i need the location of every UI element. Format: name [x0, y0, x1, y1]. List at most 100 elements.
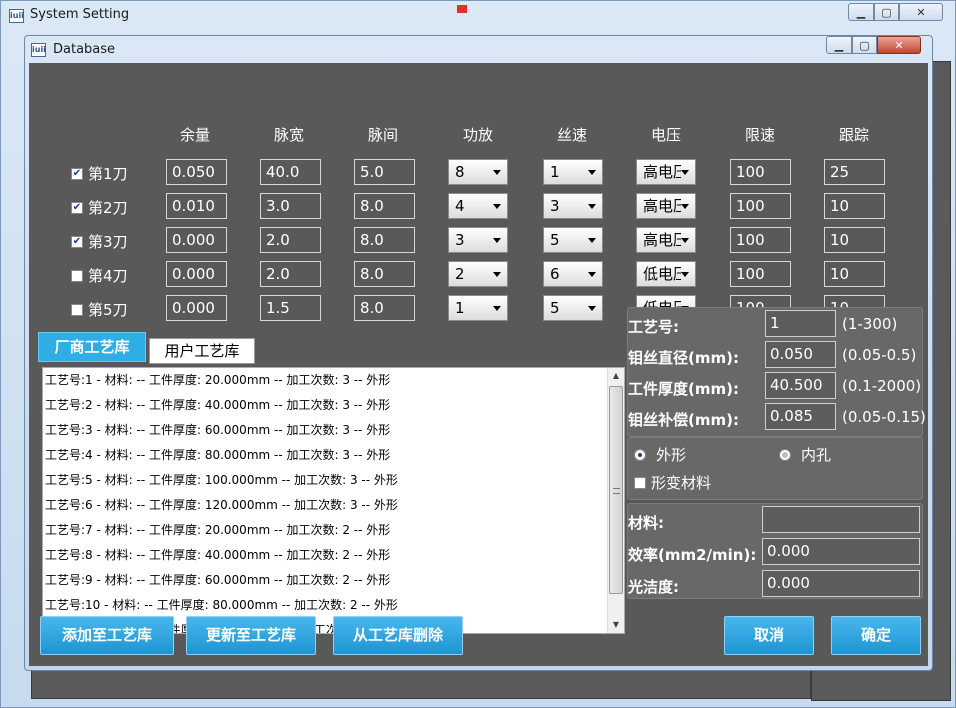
value-text: 40.0 [266, 163, 300, 181]
input-yuliang-row2[interactable]: 0.010 [166, 193, 227, 219]
scroll-up-icon[interactable]: ▲ [608, 368, 624, 384]
ok-button[interactable]: 确定 [831, 616, 921, 655]
select-dianya-row4[interactable]: 低电压 [636, 261, 696, 287]
scroll-thumb[interactable] [609, 386, 623, 594]
input-yuliang-row4[interactable]: 0.000 [166, 261, 227, 287]
maximize-button[interactable]: ▢ [874, 3, 899, 21]
col-header-xiansu: 限速 [744, 126, 775, 144]
input-yuliang-row5[interactable]: 0.000 [166, 295, 227, 321]
value-text: 0.000 [172, 299, 215, 317]
input-maijian-row5[interactable]: 8.0 [354, 295, 415, 321]
checkbox-icon[interactable]: ✔ [71, 167, 83, 180]
input-genzong-row1[interactable]: 25 [824, 159, 885, 185]
update-library-button[interactable]: 更新至工艺库 [186, 616, 316, 655]
row-label-3[interactable]: ✔ 第3刀 [71, 231, 128, 252]
list-item[interactable]: 工艺号:10 - 材料: -- 工件厚度: 80.000mm -- 加工次数: … [43, 593, 624, 618]
select-sisu-row5[interactable]: 5 [543, 295, 603, 321]
select-dianya-row3[interactable]: 高电压 [636, 227, 696, 253]
finish-input[interactable]: 0.000 [762, 570, 920, 597]
param-input-compensation[interactable]: 0.085 [765, 403, 836, 430]
input-maijian-row2[interactable]: 8.0 [354, 193, 415, 219]
minimize-button[interactable]: ▁ [848, 3, 874, 21]
input-maijian-row3[interactable]: 8.0 [354, 227, 415, 253]
list-item[interactable]: 工艺号:8 - 材料: -- 工件厚度: 40.000mm -- 加工次数: 2… [43, 543, 624, 568]
dropdown-arrow-icon [493, 170, 501, 175]
param-input-process-no[interactable]: 1 [765, 310, 836, 337]
checkbox-icon[interactable]: ✔ [71, 201, 83, 214]
input-xiansu-row1[interactable]: 100 [730, 159, 791, 185]
tab-vendor-library[interactable]: 厂商工艺库 [38, 332, 146, 362]
checkbox-icon[interactable]: ✔ [71, 235, 83, 248]
list-item[interactable]: 工艺号:4 - 材料: -- 工件厚度: 80.000mm -- 加工次数: 3… [43, 443, 624, 468]
select-sisu-row2[interactable]: 3 [543, 193, 603, 219]
cancel-button[interactable]: 取消 [724, 616, 814, 655]
input-maijian-row1[interactable]: 5.0 [354, 159, 415, 185]
material-input[interactable] [762, 506, 920, 533]
input-maikuan-row3[interactable]: 2.0 [260, 227, 321, 253]
list-item[interactable]: 工艺号:2 - 材料: -- 工件厚度: 40.000mm -- 加工次数: 3… [43, 393, 624, 418]
background-panel-bottom [31, 669, 811, 699]
checkbox-icon[interactable] [71, 303, 83, 316]
select-gongfang-row5[interactable]: 1 [448, 295, 508, 321]
tab-user-library[interactable]: 用户工艺库 [149, 338, 255, 364]
select-dianya-row2[interactable]: 高电压 [636, 193, 696, 219]
scroll-down-icon[interactable]: ▼ [608, 617, 624, 633]
input-maikuan-row5[interactable]: 1.5 [260, 295, 321, 321]
dialog-maximize-button[interactable]: ▢ [852, 36, 877, 54]
input-xiansu-row2[interactable]: 100 [730, 193, 791, 219]
select-sisu-row3[interactable]: 5 [543, 227, 603, 253]
material-label: 材料: [628, 514, 664, 532]
add-to-library-button[interactable]: 添加至工艺库 [40, 616, 174, 655]
param-input-thickness[interactable]: 40.500 [765, 372, 836, 399]
radio-outer-shape[interactable]: 外形 [634, 444, 686, 465]
input-genzong-row2[interactable]: 10 [824, 193, 885, 219]
list-scrollbar[interactable]: ▲ ▼ [607, 368, 624, 633]
radio-inner-hole[interactable]: 内孔 [779, 444, 831, 465]
value-text: 高电压 [643, 197, 681, 215]
select-gongfang-row1[interactable]: 8 [448, 159, 508, 185]
input-xiansu-row3[interactable]: 100 [730, 227, 791, 253]
process-list-items: 工艺号:1 - 材料: -- 工件厚度: 20.000mm -- 加工次数: 3… [43, 368, 624, 633]
dropdown-arrow-icon [681, 238, 689, 243]
input-genzong-row4[interactable]: 10 [824, 261, 885, 287]
dropdown-arrow-icon [681, 170, 689, 175]
col-header-sisu: 丝速 [556, 126, 587, 144]
row-label-4[interactable]: 第4刀 [71, 265, 128, 286]
dialog-minimize-button[interactable]: ▁ [826, 36, 852, 54]
input-maikuan-row1[interactable]: 40.0 [260, 159, 321, 185]
input-xiansu-row4[interactable]: 100 [730, 261, 791, 287]
param-input-wire-diameter[interactable]: 0.050 [765, 341, 836, 368]
delete-from-library-button[interactable]: 从工艺库删除 [333, 616, 463, 655]
input-genzong-row3[interactable]: 10 [824, 227, 885, 253]
input-maikuan-row4[interactable]: 2.0 [260, 261, 321, 287]
process-list[interactable]: 工艺号:1 - 材料: -- 工件厚度: 20.000mm -- 加工次数: 3… [42, 367, 625, 634]
select-gongfang-row3[interactable]: 3 [448, 227, 508, 253]
select-gongfang-row4[interactable]: 2 [448, 261, 508, 287]
select-gongfang-row2[interactable]: 4 [448, 193, 508, 219]
value-text: 3 [550, 197, 560, 215]
input-maijian-row4[interactable]: 8.0 [354, 261, 415, 287]
row-label-2[interactable]: ✔ 第2刀 [71, 197, 128, 218]
list-item[interactable]: 工艺号:3 - 材料: -- 工件厚度: 60.000mm -- 加工次数: 3… [43, 418, 624, 443]
input-yuliang-row3[interactable]: 0.000 [166, 227, 227, 253]
close-button[interactable]: ✕ [899, 3, 943, 21]
list-item[interactable]: 工艺号:5 - 材料: -- 工件厚度: 100.000mm -- 加工次数: … [43, 468, 624, 493]
dialog-close-button[interactable]: ✕ [877, 36, 921, 54]
input-yuliang-row1[interactable]: 0.050 [166, 159, 227, 185]
list-item[interactable]: 工艺号:9 - 材料: -- 工件厚度: 60.000mm -- 加工次数: 2… [43, 568, 624, 593]
value-text: 25 [830, 163, 850, 181]
row-label-5[interactable]: 第5刀 [71, 299, 128, 320]
select-dianya-row1[interactable]: 高电压 [636, 159, 696, 185]
list-item[interactable]: 工艺号:6 - 材料: -- 工件厚度: 120.000mm -- 加工次数: … [43, 493, 624, 518]
row-label-1[interactable]: ✔ 第1刀 [71, 163, 128, 184]
checkbox-icon[interactable] [71, 269, 83, 282]
select-sisu-row4[interactable]: 6 [543, 261, 603, 287]
dropdown-arrow-icon [588, 238, 596, 243]
value-text: 5 [550, 299, 560, 317]
list-item[interactable]: 工艺号:1 - 材料: -- 工件厚度: 20.000mm -- 加工次数: 3… [43, 368, 624, 393]
input-maikuan-row2[interactable]: 3.0 [260, 193, 321, 219]
list-item[interactable]: 工艺号:7 - 材料: -- 工件厚度: 20.000mm -- 加工次数: 2… [43, 518, 624, 543]
efficiency-input[interactable]: 0.000 [762, 538, 920, 565]
deform-checkbox[interactable]: 形变材料 [634, 472, 711, 493]
select-sisu-row1[interactable]: 1 [543, 159, 603, 185]
